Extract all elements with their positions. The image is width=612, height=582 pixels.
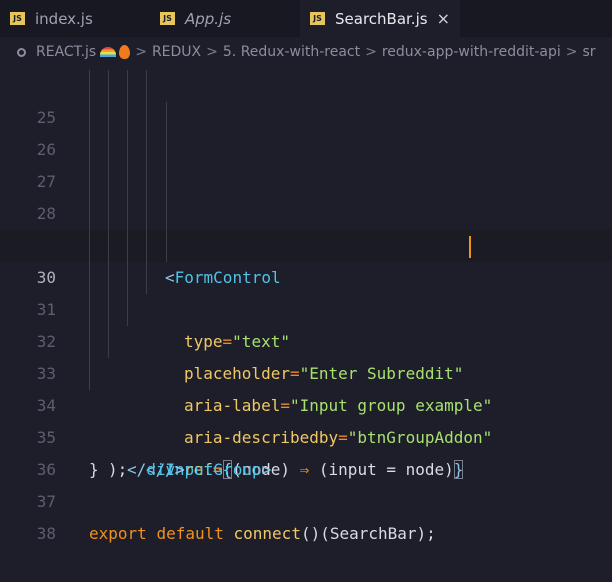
indent-guide (146, 198, 147, 230)
tab-label: index.js (35, 9, 93, 28)
indent-guide (108, 198, 109, 230)
tab-bar: JS index.js JS App.js JS SearchBar.js × (0, 0, 612, 37)
js-file-icon: JS (310, 12, 325, 25)
tab-searchbar-js[interactable]: JS SearchBar.js × (300, 0, 460, 37)
indent-guide (89, 326, 90, 358)
code-line-current[interactable]: 30 ref={(node) ⇒ (input = node)} (0, 230, 612, 479)
indent-guide (89, 198, 90, 230)
indent-guide (166, 102, 167, 134)
code-line[interactable]: 25 <FormControl (0, 70, 612, 287)
indent-guide (108, 166, 109, 198)
indent-guide (89, 230, 90, 262)
code-line[interactable]: 36 (0, 422, 612, 479)
close-icon[interactable]: × (437, 9, 450, 28)
js-file-icon: JS (10, 12, 25, 25)
code-editor[interactable]: 25 <FormControl 26 type="text" 27 placeh… (0, 67, 612, 543)
breadcrumb-separator: > (206, 44, 218, 60)
indent-guide (127, 166, 128, 198)
code-line[interactable]: 38 (0, 486, 612, 543)
code-line[interactable]: 28 aria-label="Input group example" (0, 166, 612, 415)
line-number: 38 (36, 524, 56, 543)
breadcrumb-item[interactable]: REDUX (152, 44, 201, 60)
indent-guide (127, 102, 128, 134)
breadcrumb-item[interactable]: REACT.js (36, 44, 96, 60)
indent-guide (146, 70, 147, 102)
text-cursor (469, 236, 471, 258)
code-line[interactable]: 29 aria-describedby="btnGroupAddon" (0, 198, 612, 447)
indent-guide (166, 198, 167, 230)
indent-guide (166, 134, 167, 166)
code-line[interactable]: 27 placeholder="Enter Subreddit" (0, 134, 612, 383)
breadcrumb-separator: > (135, 44, 147, 60)
tab-index-js[interactable]: JS index.js (0, 0, 150, 37)
code-line[interactable]: 31 /> (0, 262, 612, 479)
indent-guide (108, 294, 109, 326)
fire-icon (119, 45, 131, 59)
tab-label: SearchBar.js (335, 9, 428, 28)
indent-guide (108, 230, 109, 262)
indent-guide (108, 134, 109, 166)
indent-guide (108, 102, 109, 134)
indent-guide (108, 262, 109, 294)
rainbow-icon (100, 47, 117, 57)
code-text: export default connect()(SearchBar); (89, 524, 436, 543)
indent-guide (89, 262, 90, 294)
indent-guide (166, 166, 167, 198)
indent-guide (146, 166, 147, 198)
indent-guide (89, 70, 90, 102)
indent-guide (127, 230, 128, 262)
indent-guide (127, 134, 128, 166)
indent-guide (89, 294, 90, 326)
breadcrumb: REACT.js > REDUX > 5. Redux-with-react >… (0, 37, 612, 67)
indent-guide (127, 198, 128, 230)
code-line[interactable]: 37 export default connect()(SearchBar); (0, 454, 612, 543)
indent-guide (89, 358, 90, 390)
circle-icon (17, 47, 26, 57)
code-line[interactable]: 33 </div> (0, 326, 612, 479)
breadcrumb-separator: > (565, 44, 578, 60)
indent-guide (146, 102, 147, 134)
indent-guide (89, 102, 90, 134)
indent-guide (146, 134, 147, 166)
breadcrumb-item[interactable]: 5. Redux-with-react (223, 44, 360, 60)
code-line[interactable]: 34 ); (0, 358, 612, 479)
breadcrumb-separator: > (365, 44, 377, 60)
code-line[interactable]: 26 type="text" (0, 102, 612, 351)
indent-guide (108, 326, 109, 358)
tab-label: App.js (185, 9, 232, 28)
breadcrumb-item[interactable]: redux-app-with-reddit-api (382, 44, 561, 60)
code-line[interactable]: 32 </InputGroup> (0, 294, 612, 479)
breadcrumb-item[interactable]: sr (583, 44, 596, 60)
indent-guide (108, 70, 109, 102)
indent-guide (146, 230, 147, 262)
js-file-icon: JS (160, 12, 175, 25)
indent-guide (89, 134, 90, 166)
indent-guide (146, 262, 147, 294)
code-line[interactable]: 35 } (0, 390, 612, 479)
tab-app-js[interactable]: JS App.js (150, 0, 300, 37)
indent-guide (127, 294, 128, 326)
indent-guide (127, 262, 128, 294)
indent-guide (127, 70, 128, 102)
indent-guide (89, 166, 90, 198)
indent-guide (166, 230, 167, 262)
